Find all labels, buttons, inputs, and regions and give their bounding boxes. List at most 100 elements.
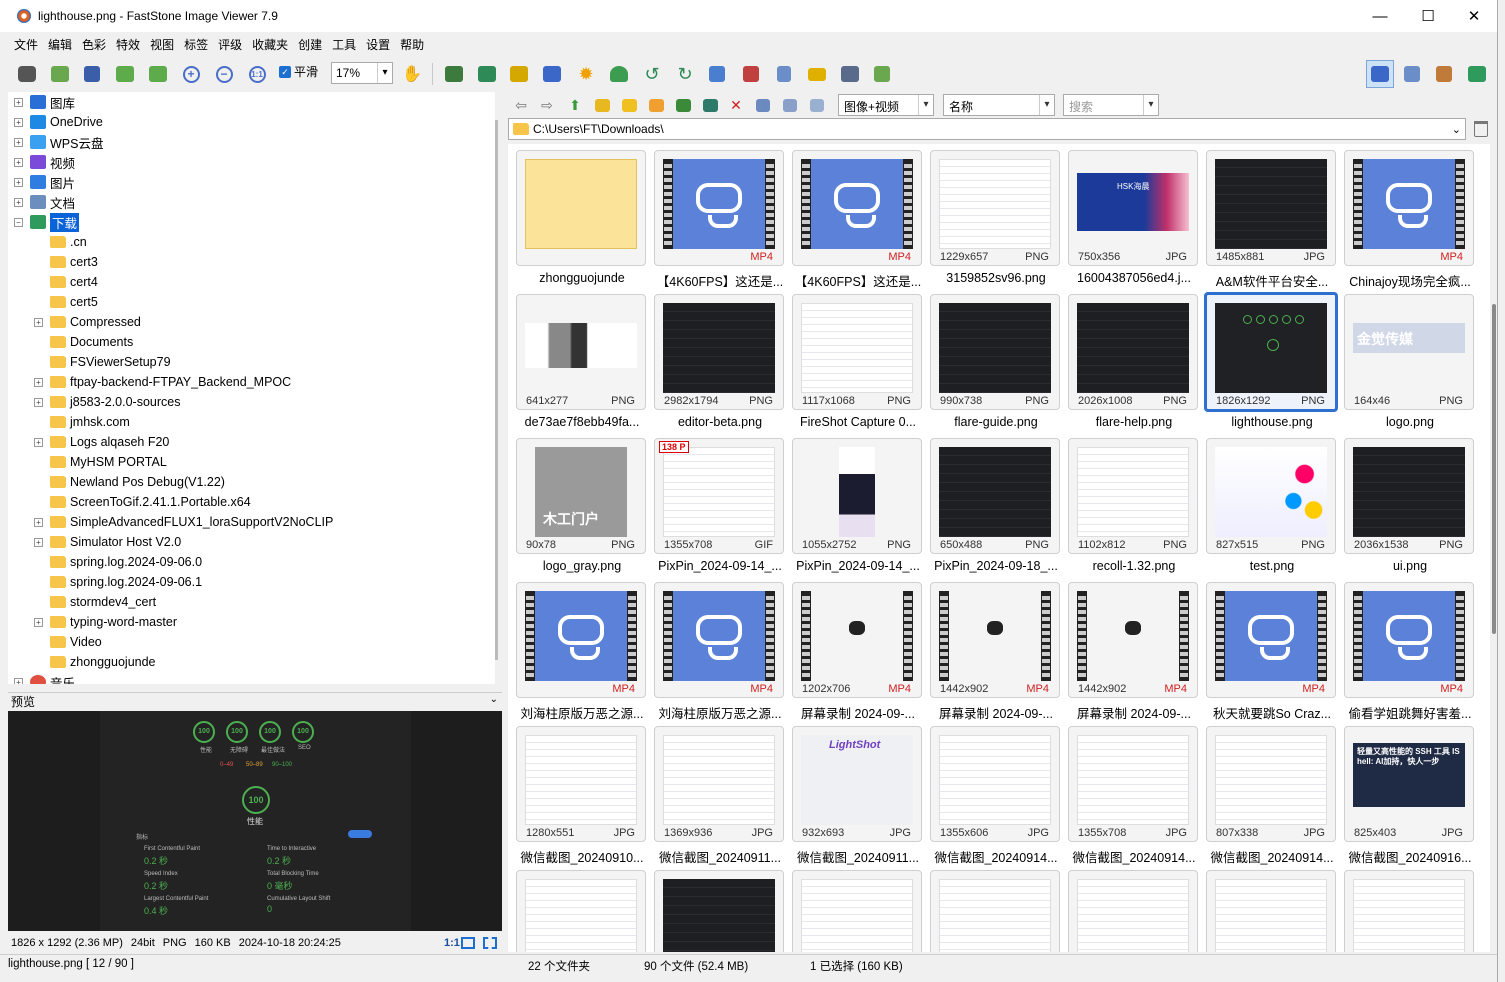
thumbnail-item[interactable]: 2026x1008 PNG flare-help.png bbox=[1068, 288, 1206, 432]
expand-icon[interactable]: + bbox=[34, 378, 43, 387]
previous-icon[interactable] bbox=[114, 63, 136, 85]
sun-icon[interactable]: ✹ bbox=[575, 63, 597, 85]
thumbnail-item[interactable]: 650x488 PNG PixPin_2024-09-18_... bbox=[930, 432, 1068, 576]
collapse-icon[interactable]: − bbox=[14, 218, 23, 227]
expand-icon[interactable]: + bbox=[14, 678, 23, 684]
thumbnail-item[interactable]: LightShot 932x693 JPG 微信截图_20240911... bbox=[792, 720, 930, 865]
thumbnail-item[interactable]: 1442x902 MP4 屏幕录制 2024-09-... bbox=[930, 576, 1068, 721]
back-icon[interactable]: ⇦ bbox=[512, 96, 530, 114]
expand-icon[interactable]: + bbox=[14, 158, 23, 167]
thumbnail-item[interactable]: 1826x1292 PNG lighthouse.png bbox=[1204, 288, 1344, 432]
tree-item[interactable]: + 视频 bbox=[14, 152, 75, 172]
preview-layout-icon[interactable] bbox=[1430, 60, 1458, 88]
copy-to-icon[interactable] bbox=[674, 96, 692, 114]
new-folder-icon[interactable] bbox=[647, 96, 665, 114]
tree-item[interactable]: + Logs alqaseh F20 bbox=[34, 432, 169, 452]
thumbnail-item[interactable]: MP4 刘海柱原版万恶之源... bbox=[654, 576, 792, 721]
fit-icon[interactable] bbox=[461, 937, 475, 949]
thumbnail-item[interactable]: 1229x657 PNG 3159852sv96.png bbox=[930, 144, 1068, 288]
filter-select[interactable]: 图像+视频 bbox=[838, 94, 934, 116]
close-button[interactable]: ✕ bbox=[1451, 0, 1497, 32]
sort-select[interactable]: 名称 bbox=[943, 94, 1055, 116]
thumbnail-item[interactable]: 1485x881 JPG A&M软件平台安全... bbox=[1206, 144, 1344, 289]
save-icon[interactable] bbox=[81, 63, 103, 85]
minimize-button[interactable]: — bbox=[1357, 0, 1403, 32]
grid-scrollbar[interactable] bbox=[1490, 144, 1497, 952]
tree-scrollbar[interactable] bbox=[495, 120, 498, 660]
thumbnail-item[interactable]: 木工门户 90x78 PNG logo_gray.png bbox=[516, 432, 654, 576]
thumbnail-item[interactable]: MP4 秋天就要跳So Craz... bbox=[1206, 576, 1344, 721]
tree-item[interactable]: jmhsk.com bbox=[34, 412, 130, 432]
thumbnail-item[interactable]: 轻量又高性能的 SSH 工具 IS hell: AI加持，快人一步 825x403… bbox=[1344, 720, 1482, 865]
thumbnail-item[interactable]: MP4 偷看学姐跳舞好害羞... bbox=[1344, 576, 1482, 721]
email-icon[interactable] bbox=[806, 63, 828, 85]
expand-icon[interactable]: + bbox=[34, 398, 43, 407]
tree-item[interactable]: + 文档 bbox=[14, 192, 75, 212]
menu-settings[interactable]: 设置 bbox=[361, 36, 395, 53]
rotate-right-icon[interactable]: ↻ bbox=[674, 63, 696, 85]
scrollbar-thumb[interactable] bbox=[1492, 304, 1496, 634]
thumbnail-item[interactable] bbox=[930, 864, 1068, 952]
thumbnail-item[interactable]: 1355x606 JPG 微信截图_20240914... bbox=[930, 720, 1068, 865]
expand-icon[interactable]: + bbox=[14, 98, 23, 107]
thumbnail-item[interactable]: 827x515 PNG test.png bbox=[1206, 432, 1344, 576]
user-icon[interactable] bbox=[608, 63, 630, 85]
tree-item[interactable]: + j8583-2.0.0-sources bbox=[34, 392, 180, 412]
tree-item[interactable]: + OneDrive bbox=[14, 112, 103, 132]
tree-item[interactable]: + typing-word-master bbox=[34, 612, 177, 632]
thumbnail-item[interactable]: 2982x1794 PNG editor-beta.png bbox=[654, 288, 792, 432]
tree-item[interactable]: cert5 bbox=[34, 292, 98, 312]
thumbnail-item[interactable]: 1369x936 JPG 微信截图_20240911... bbox=[654, 720, 792, 865]
recycle-bin-icon[interactable] bbox=[1474, 121, 1488, 137]
maximize-button[interactable]: ☐ bbox=[1405, 0, 1451, 32]
browser-layout-icon[interactable] bbox=[1366, 60, 1394, 88]
menu-tags[interactable]: 标签 bbox=[179, 36, 213, 53]
expand-icon[interactable]: + bbox=[34, 538, 43, 547]
thumbnail-item[interactable]: 990x738 PNG flare-guide.png bbox=[930, 288, 1068, 432]
convert-icon[interactable] bbox=[541, 63, 563, 85]
thumbnail-item[interactable]: zhongguojunde bbox=[516, 144, 654, 288]
thumbnail-item[interactable]: HSK海晨 750x356 JPG 16004387056ed4.j... bbox=[1068, 144, 1206, 288]
thumbnail-item[interactable] bbox=[654, 864, 792, 952]
crop-icon[interactable] bbox=[740, 63, 762, 85]
tree-item[interactable]: ScreenToGif.2.41.1.Portable.x64 bbox=[34, 492, 251, 512]
thumbnail-item[interactable]: 1055x2752 PNG PixPin_2024-09-14_... bbox=[792, 432, 930, 576]
tree-item[interactable]: + Simulator Host V2.0 bbox=[34, 532, 181, 552]
zoom-out-icon[interactable]: − bbox=[213, 63, 235, 85]
zoom-in-icon[interactable]: + bbox=[180, 63, 202, 85]
tree-item[interactable]: zhongguojunde bbox=[34, 652, 156, 672]
expand-icon[interactable]: + bbox=[14, 138, 23, 147]
refresh-folder-icon[interactable] bbox=[593, 96, 611, 114]
menu-edit[interactable]: 编辑 bbox=[43, 36, 77, 53]
thumbnail-item[interactable]: 1355x708 JPG 微信截图_20240914... bbox=[1068, 720, 1206, 865]
expand-icon[interactable]: + bbox=[34, 518, 43, 527]
zoom-select[interactable]: 17% bbox=[331, 62, 393, 84]
camera-icon[interactable] bbox=[16, 63, 38, 85]
slideshow-icon[interactable] bbox=[443, 63, 465, 85]
thumbnail-item[interactable]: 1442x902 MP4 屏幕录制 2024-09-... bbox=[1068, 576, 1206, 721]
menu-color[interactable]: 色彩 bbox=[77, 36, 111, 53]
thumbnail-item[interactable] bbox=[1068, 864, 1206, 952]
thumbnail-item[interactable]: MP4 刘海柱原版万恶之源... bbox=[516, 576, 654, 721]
tree-item[interactable]: + Compressed bbox=[34, 312, 141, 332]
thumbnail-item[interactable]: MP4 【4K60FPS】这还是... bbox=[792, 144, 930, 289]
expand-icon[interactable]: + bbox=[14, 178, 23, 187]
thumbnail-item[interactable] bbox=[1344, 864, 1482, 952]
thumbnail-item[interactable]: 金觉传媒 164x46 PNG logo.png bbox=[1344, 288, 1482, 432]
menu-rating[interactable]: 评级 bbox=[213, 36, 247, 53]
collapse-icon[interactable]: ⌄ bbox=[490, 694, 498, 705]
tree-item[interactable]: cert3 bbox=[34, 252, 98, 272]
tree-item[interactable]: + WPS云盘 bbox=[14, 132, 103, 152]
details-view-icon[interactable] bbox=[808, 96, 826, 114]
chevron-down-icon[interactable]: ⌄ bbox=[1452, 123, 1461, 136]
delete-icon[interactable]: ✕ bbox=[727, 96, 745, 114]
tree-item[interactable]: spring.log.2024-09-06.0 bbox=[34, 552, 202, 572]
tree-item[interactable]: spring.log.2024-09-06.1 bbox=[34, 572, 202, 592]
print-icon[interactable] bbox=[839, 63, 861, 85]
fullscreen-preview-icon[interactable] bbox=[483, 937, 497, 949]
tree-item[interactable]: .cn bbox=[34, 232, 87, 252]
checklist-icon[interactable] bbox=[871, 63, 893, 85]
menu-create[interactable]: 创建 bbox=[293, 36, 327, 53]
expand-icon[interactable]: + bbox=[34, 318, 43, 327]
thumbnail-item[interactable]: 807x338 JPG 微信截图_20240914... bbox=[1206, 720, 1344, 865]
